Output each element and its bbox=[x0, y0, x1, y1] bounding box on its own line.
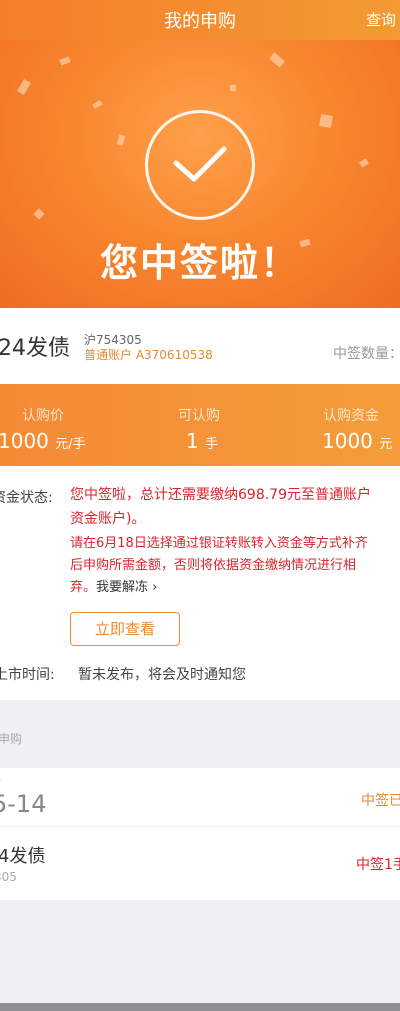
stat-value-lots: 1 手 bbox=[186, 429, 219, 453]
navigation-bar: 我的申购 查询 bbox=[0, 0, 400, 40]
fund-status-label: 资金状态: bbox=[0, 490, 53, 506]
confetti-decoration bbox=[17, 78, 31, 96]
confetti-decoration bbox=[319, 114, 333, 128]
confetti-decoration bbox=[359, 158, 369, 168]
confetti-decoration bbox=[92, 100, 103, 109]
stat-label-price: 认购价 bbox=[22, 408, 64, 424]
record-bond-code: 305 bbox=[0, 870, 17, 884]
record-status: 中签已 bbox=[361, 793, 400, 809]
account-number: 普通账户 A370610538 bbox=[84, 348, 213, 362]
section-title: 申购 bbox=[0, 732, 23, 746]
stat-label-funds: 认购资金 bbox=[323, 408, 379, 424]
section-header: 申购 bbox=[0, 700, 400, 768]
bond-info-card: 24发债 沪754305 普通账户 A370610538 中签数量： bbox=[0, 308, 400, 384]
record-bond-name: 4发债 bbox=[0, 846, 46, 867]
list-item[interactable]: · 5-14 中签已 bbox=[0, 768, 400, 827]
winning-quantity-label: 中签数量： bbox=[333, 346, 400, 362]
notice-line3: 弃。我要解冻 › bbox=[70, 580, 158, 595]
confetti-decoration bbox=[116, 134, 126, 146]
record-label: · bbox=[0, 774, 2, 787]
subscription-stats: 认购价 1000 元/手 可认购 1 手 认购资金 1000 元 bbox=[0, 384, 400, 466]
success-banner: 您中签啦！ bbox=[0, 40, 400, 308]
record-date: 5-14 bbox=[0, 790, 47, 818]
detail-panel: 资金状态: 您中签啦，总计还需要缴纳698.79元至普通账户 资金账户)。 请在… bbox=[0, 466, 400, 700]
listing-time-label: 上市时间: bbox=[0, 667, 55, 683]
chevron-right-icon: › bbox=[152, 580, 158, 595]
notice-line1: 请在6月18日选择通过银证转账转入资金等方式补齐 bbox=[70, 536, 368, 551]
bond-name: 24发债 bbox=[0, 336, 70, 361]
fund-status-line2: 资金账户)。 bbox=[70, 511, 146, 527]
record-status: 中签1手 bbox=[356, 857, 400, 873]
check-icon bbox=[173, 146, 227, 182]
view-now-button[interactable]: 立即查看 bbox=[70, 612, 180, 646]
stat-value-price: 1000 元/手 bbox=[0, 429, 86, 453]
query-button[interactable]: 查询 bbox=[366, 9, 396, 30]
stat-value-funds: 1000 元 bbox=[322, 429, 393, 453]
success-circle bbox=[145, 110, 255, 220]
page-title: 我的申购 bbox=[164, 11, 236, 32]
list-item[interactable]: 4发债 305 中签1手 bbox=[0, 827, 400, 900]
success-headline: 您中签啦！ bbox=[99, 241, 300, 285]
fund-status-line1: 您中签啦，总计还需要缴纳698.79元至普通账户 bbox=[70, 487, 371, 503]
confetti-decoration bbox=[269, 52, 285, 68]
confetti-decoration bbox=[33, 208, 45, 220]
listing-time-value: 暂未发布，将会及时通知您 bbox=[78, 667, 246, 683]
confetti-decoration bbox=[59, 56, 71, 66]
home-indicator-bar bbox=[0, 1003, 400, 1011]
notice-line2: 后申购所需金额，否则将依据资金缴纳情况进行相 bbox=[70, 558, 357, 573]
unfreeze-link[interactable]: 我要解冻 › bbox=[96, 580, 157, 595]
stat-label-lots: 可认购 bbox=[178, 408, 220, 424]
confetti-decoration bbox=[230, 85, 236, 91]
